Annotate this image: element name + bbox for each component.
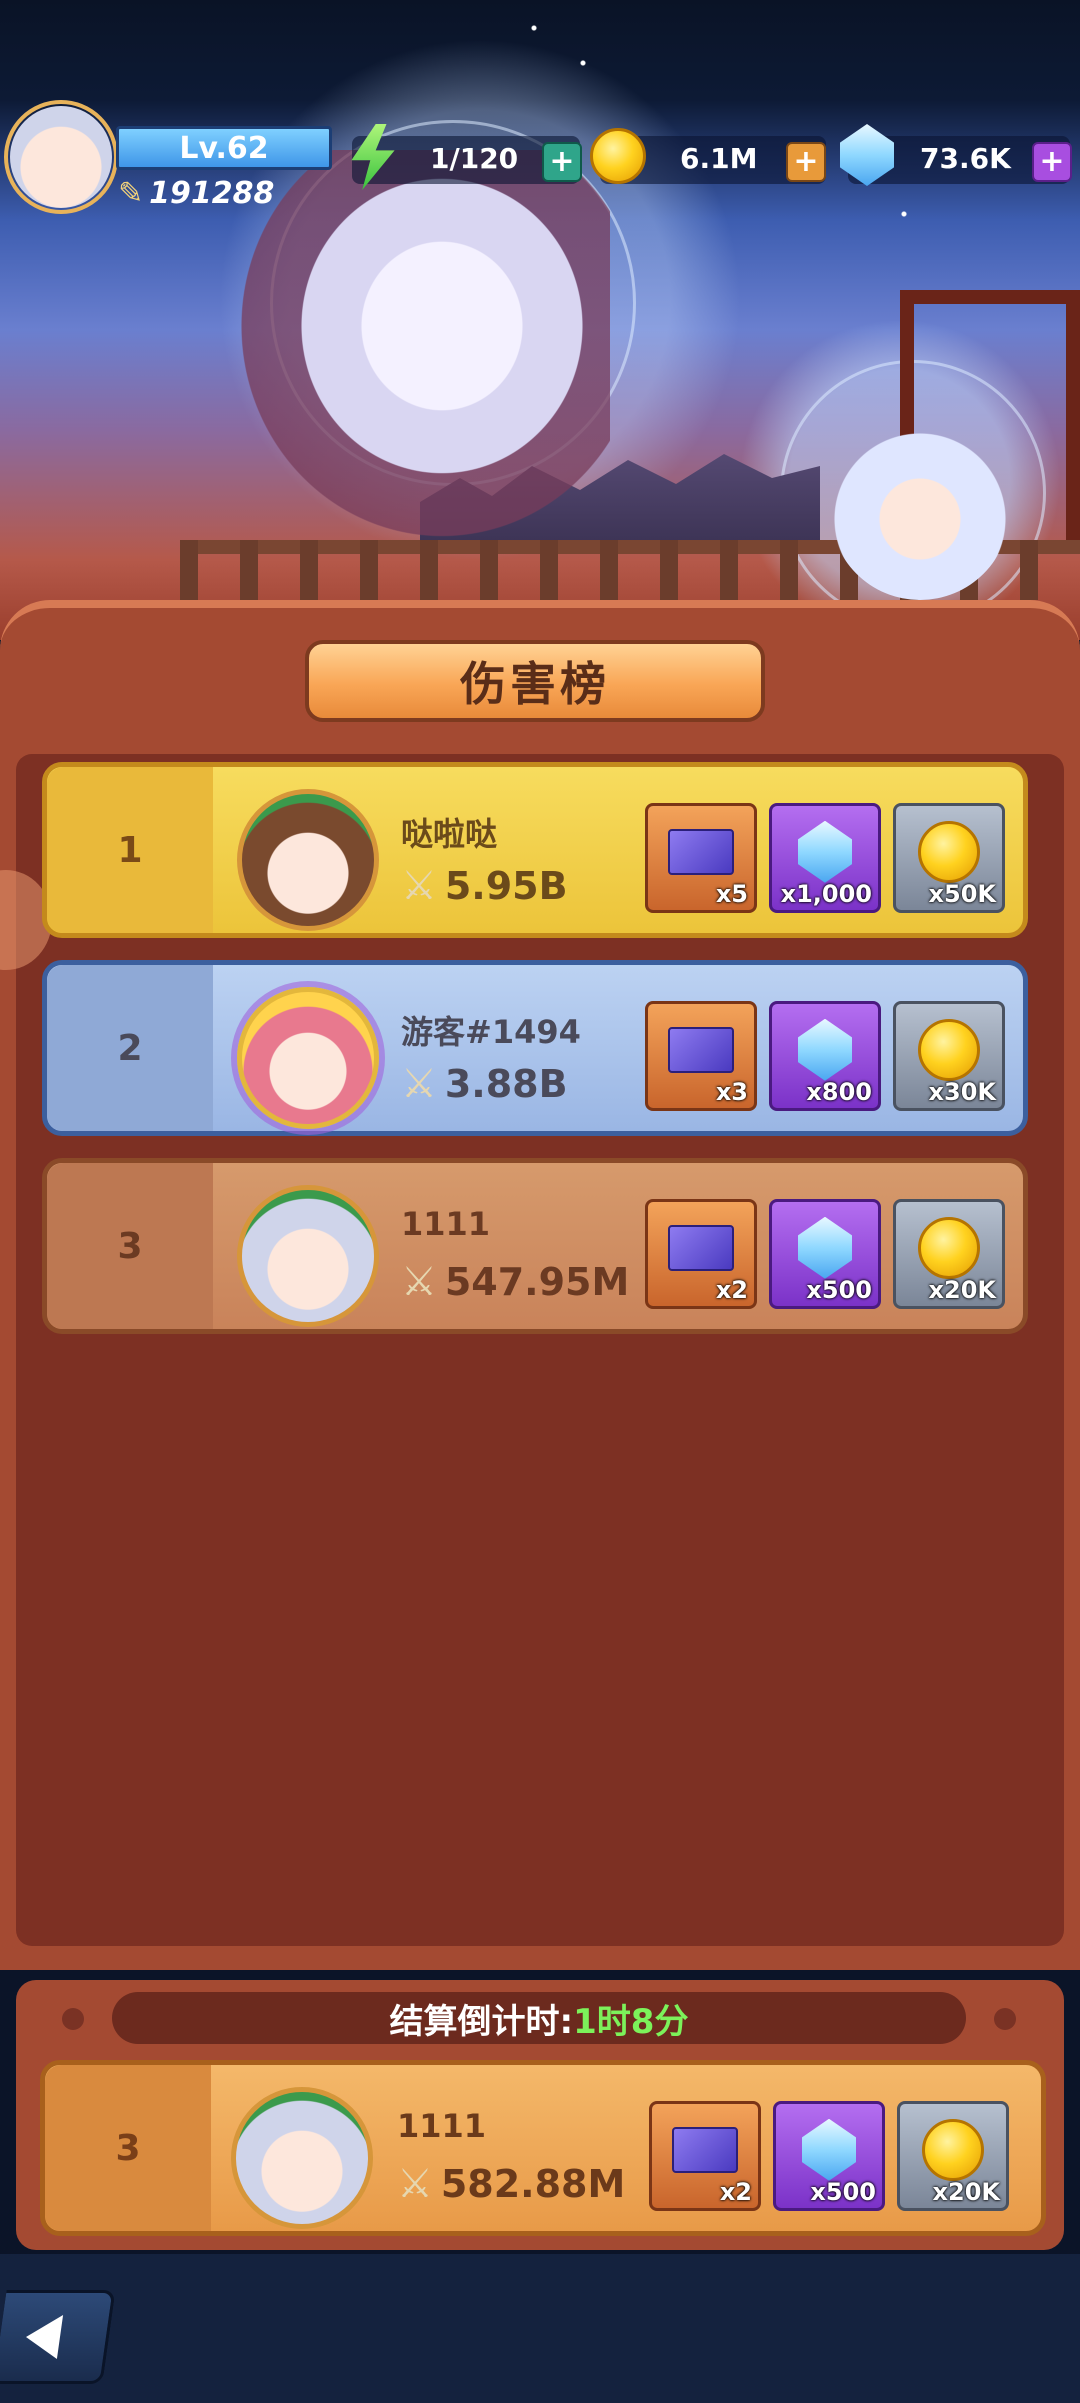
countdown-label: 结算倒计时: <box>389 2001 574 2042</box>
ticket-icon <box>668 1224 734 1271</box>
gold-coin-icon <box>918 820 980 883</box>
reward-diamond[interactable]: x800 <box>769 1001 881 1111</box>
hero-character-art <box>190 150 610 590</box>
gold-coin-icon <box>918 1216 980 1279</box>
reward-quantity: x800 <box>806 1078 872 1106</box>
bottom-bar <box>0 2254 1080 2403</box>
damage-value: 582.88M <box>440 2162 626 2206</box>
panel-rivet-left <box>62 2008 84 2030</box>
power-icon: ✎ <box>118 176 144 211</box>
damage-display: ⚔ 547.95M <box>401 1259 629 1305</box>
reward-ticket[interactable]: x5 <box>645 803 757 913</box>
level-bar: Lv.62 <box>116 126 332 170</box>
back-arrow-icon <box>22 2315 64 2359</box>
leaderboard-row-1[interactable]: 1 哒啦哒 ⚔ 5.95B x5 x1,000 x50K <box>42 762 1028 938</box>
gold-value: 6.1M <box>680 142 758 175</box>
diamond-icon <box>798 1018 852 1081</box>
reward-ticket[interactable]: x2 <box>645 1199 757 1309</box>
panel-rivet-right <box>994 2008 1016 2030</box>
leaderboard-title: 伤害榜 <box>305 640 765 722</box>
crossed-swords-icon: ⚔ <box>401 1061 437 1107</box>
reward-quantity: x2 <box>719 2178 752 2206</box>
my-rank-row[interactable]: 3 1111 ⚔ 582.88M x2 x500 x20K <box>40 2060 1046 2236</box>
diamond-icon <box>802 2118 856 2181</box>
add-energy-button[interactable]: + <box>542 142 582 182</box>
add-diamond-button[interactable]: + <box>1032 142 1072 182</box>
reward-quantity: x3 <box>715 1078 748 1106</box>
player-avatar <box>237 1185 379 1327</box>
reward-diamond[interactable]: x500 <box>769 1199 881 1309</box>
rank-number: 3 <box>47 1163 213 1329</box>
reward-gold[interactable]: x50K <box>893 803 1005 913</box>
gold-icon <box>590 128 646 184</box>
player-level: Lv.62 <box>179 130 269 166</box>
reward-gold[interactable]: x20K <box>893 1199 1005 1309</box>
rank-number: 2 <box>47 965 213 1131</box>
ticket-icon <box>668 828 734 875</box>
countdown-value: 1时8分 <box>573 2001 689 2042</box>
companion-character-art <box>830 420 1010 600</box>
crossed-swords-icon: ⚔ <box>397 2161 433 2207</box>
back-button[interactable] <box>0 2290 116 2384</box>
add-gold-button[interactable]: + <box>786 142 826 182</box>
reward-diamond[interactable]: x1,000 <box>769 803 881 913</box>
reward-gold[interactable]: x20K <box>897 2101 1009 2211</box>
player-avatar <box>237 987 379 1129</box>
damage-display: ⚔ 3.88B <box>401 1061 568 1107</box>
damage-display: ⚔ 582.88M <box>397 2161 625 2207</box>
reward-quantity: x500 <box>810 2178 876 2206</box>
reward-quantity: x500 <box>806 1276 872 1304</box>
diamond-icon <box>798 1216 852 1279</box>
event-banner-art <box>0 0 1080 640</box>
player-name: 游客#1494 <box>401 1013 581 1051</box>
reward-quantity: x1,000 <box>780 880 872 908</box>
power-display: ✎ 191288 <box>118 176 274 211</box>
damage-value: 547.95M <box>444 1260 630 1304</box>
reward-diamond[interactable]: x500 <box>773 2101 885 2211</box>
settlement-countdown: 结算倒计时: 1时8分 <box>112 1992 966 2044</box>
reward-gold[interactable]: x30K <box>893 1001 1005 1111</box>
leaderboard-row-2[interactable]: 2 游客#1494 ⚔ 3.88B x3 x800 x30K <box>42 960 1028 1136</box>
damage-value: 3.88B <box>444 1062 568 1106</box>
rank-number: 1 <box>47 767 213 933</box>
gold-coin-icon <box>922 2118 984 2181</box>
reward-quantity: x30K <box>928 1078 996 1106</box>
leaderboard-row-3[interactable]: 3 1111 ⚔ 547.95M x2 x500 x20K <box>42 1158 1028 1334</box>
reward-ticket[interactable]: x3 <box>645 1001 757 1111</box>
ticket-icon <box>672 2126 738 2173</box>
power-value: 191288 <box>149 176 275 211</box>
energy-value: 1/120 <box>430 142 519 175</box>
damage-value: 5.95B <box>444 864 568 908</box>
gold-coin-icon <box>918 1018 980 1081</box>
reward-quantity: x20K <box>932 2178 1000 2206</box>
player-avatar <box>237 789 379 931</box>
rank-number: 3 <box>45 2065 211 2231</box>
damage-display: ⚔ 5.95B <box>401 863 568 909</box>
reward-quantity: x20K <box>928 1276 996 1304</box>
reward-quantity: x50K <box>928 880 996 908</box>
player-avatar <box>231 2087 373 2229</box>
player-name: 1111 <box>401 1205 491 1243</box>
ticket-icon <box>668 1026 734 1073</box>
player-avatar-portrait <box>10 106 112 208</box>
crossed-swords-icon: ⚔ <box>401 1259 437 1305</box>
reward-quantity: x5 <box>715 880 748 908</box>
reward-ticket[interactable]: x2 <box>649 2101 761 2211</box>
player-name: 哒啦哒 <box>401 815 498 853</box>
diamond-icon <box>798 820 852 883</box>
reward-quantity: x2 <box>715 1276 748 1304</box>
diamond-value: 73.6K <box>920 142 1011 175</box>
player-name: 1111 <box>397 2107 487 2145</box>
crossed-swords-icon: ⚔ <box>401 863 437 909</box>
